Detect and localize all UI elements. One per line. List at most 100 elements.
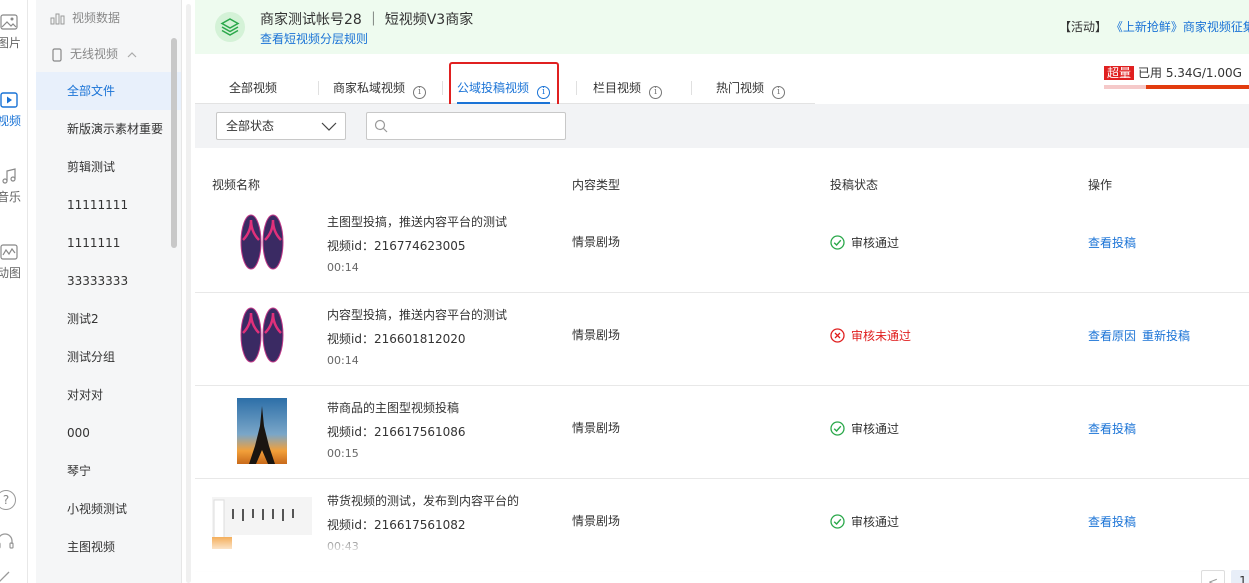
help-icon[interactable]: ? bbox=[0, 490, 16, 510]
sidebar-folder-item[interactable]: 全部文件 bbox=[36, 72, 181, 110]
account-banner: 商家测试帐号28 ｜ 短视频V3商家 查看短视频分层规则 【活动】 《上新抢鲜》… bbox=[195, 0, 1249, 54]
edit-icon[interactable] bbox=[0, 568, 14, 583]
over-quota-badge: 超量 bbox=[1104, 66, 1135, 80]
close-circle-icon bbox=[830, 328, 845, 343]
content-type: 情景剧场 bbox=[572, 235, 621, 249]
tab-divider bbox=[442, 81, 443, 95]
row-action-link[interactable]: 查看投稿 bbox=[1088, 422, 1136, 436]
video-thumbnail[interactable] bbox=[237, 398, 287, 464]
phone-icon bbox=[52, 47, 62, 62]
table-row: 带商品的主图型视频投稿 视频id：216617561086 00:15 情景剧场 审核通… bbox=[195, 386, 1249, 479]
rail-item-music[interactable]: 音乐 bbox=[0, 168, 27, 205]
sidebar-folder-item[interactable]: 小视频测试 bbox=[36, 490, 181, 528]
tab-divider bbox=[318, 81, 319, 95]
folder-sidebar: 视频数据 无线视频 全部文件 新版演示素材重要 剪辑测试 11111111 111111… bbox=[36, 0, 182, 583]
tab-private-videos[interactable]: 商家私域视频 i bbox=[333, 72, 427, 104]
pager-prev-button[interactable]: < bbox=[1201, 570, 1225, 583]
sidebar-folder-item[interactable]: 琴宁 bbox=[36, 452, 181, 490]
tab-hot-videos[interactable]: 热门视频 i bbox=[716, 72, 786, 104]
page-scrollbar-track[interactable] bbox=[186, 4, 191, 583]
bar-chart-icon bbox=[50, 13, 65, 25]
storage-usage: 超量 已用 5.34G/1.00G bbox=[1104, 64, 1242, 81]
video-title: 带货视频的测试，发布到内容平台的 bbox=[327, 494, 520, 508]
row-actions: 查看原因 重新投稿 bbox=[1088, 327, 1190, 344]
tab-divider bbox=[691, 81, 692, 95]
video-title: 内容型投搞，推送内容平台的测试 bbox=[327, 308, 508, 322]
sidebar-folder-item[interactable]: 测试分组 bbox=[36, 338, 181, 376]
rail-item-label: 视频 bbox=[0, 114, 21, 128]
image-icon bbox=[0, 14, 18, 30]
video-thumbnail[interactable] bbox=[237, 305, 287, 371]
tab-all-videos[interactable]: 全部视频 bbox=[229, 72, 277, 104]
video-thumbnail[interactable] bbox=[237, 212, 287, 278]
submission-status: 审核通过 bbox=[830, 234, 899, 251]
sidebar-folder-item[interactable]: 新版演示素材重要 bbox=[36, 110, 181, 148]
activity-notice[interactable]: 【活动】 《上新抢鲜》商家视频征集 bbox=[1059, 18, 1249, 35]
rail-item-label: 动图 bbox=[0, 266, 21, 280]
status-text: 审核通过 bbox=[851, 422, 900, 436]
row-action-link[interactable]: 查看投稿 bbox=[1088, 515, 1136, 529]
sidebar-folder-item[interactable]: 测试2 bbox=[36, 300, 181, 338]
layer-rules-link[interactable]: 查看短视频分层规则 bbox=[260, 30, 368, 47]
tab-column-videos[interactable]: 栏目视频 i bbox=[593, 72, 663, 104]
sidebar-folder-item[interactable]: 33333333 bbox=[36, 262, 181, 300]
row-action-link[interactable]: 查看投稿 bbox=[1088, 236, 1136, 250]
column-header-name: 视频名称 bbox=[212, 178, 261, 192]
video-id: 视频id：216774623005 bbox=[327, 239, 466, 253]
pager-current-page[interactable]: 1 bbox=[1231, 570, 1249, 583]
column-header-type: 内容类型 bbox=[572, 178, 621, 192]
sidebar-folder-item[interactable]: 剪辑测试 bbox=[36, 148, 181, 186]
row-actions: 查看投稿 bbox=[1088, 513, 1136, 530]
storage-text: 已用 5.34G/1.00G bbox=[1138, 66, 1242, 80]
video-id: 视频id：216601812020 bbox=[327, 332, 466, 346]
rail-item-gif[interactable]: 动图 bbox=[0, 244, 27, 281]
submission-status: 审核通过 bbox=[830, 420, 899, 437]
tab-divider bbox=[576, 81, 577, 95]
wireless-video-group[interactable]: 无线视频 bbox=[36, 36, 181, 72]
status-text: 审核通过 bbox=[851, 515, 900, 529]
sidebar-scrollbar[interactable] bbox=[171, 38, 177, 248]
gif-icon bbox=[0, 244, 18, 260]
video-id: 视频id：216617561086 bbox=[327, 425, 466, 439]
account-title: 商家测试帐号28 ｜ 短视频V3商家 bbox=[260, 12, 474, 28]
sidebar-folder-item[interactable]: 对对对 bbox=[36, 376, 181, 414]
headset-icon[interactable] bbox=[0, 532, 14, 552]
chevron-up-icon bbox=[127, 52, 137, 58]
filter-bar: 全部状态 bbox=[195, 104, 1249, 148]
search-input[interactable] bbox=[393, 116, 558, 136]
video-title: 主图型投搞，推送内容平台的测试 bbox=[327, 215, 508, 229]
video-icon bbox=[0, 92, 18, 108]
check-circle-icon bbox=[830, 514, 845, 529]
row-actions: 查看投稿 bbox=[1088, 234, 1136, 251]
chevron-down-icon bbox=[321, 122, 337, 131]
rail-item-video[interactable]: 视频 bbox=[0, 92, 27, 129]
sidebar-folder-item[interactable]: 主图视频 bbox=[36, 528, 181, 566]
check-circle-icon bbox=[830, 235, 845, 250]
video-duration: 00:15 bbox=[327, 447, 359, 460]
row-action-link[interactable]: 查看原因 bbox=[1088, 329, 1136, 343]
sidebar-folder-item[interactable]: 1111111 bbox=[36, 224, 181, 262]
tab-label: 栏目视频 bbox=[593, 81, 642, 95]
info-icon[interactable]: i bbox=[649, 86, 663, 99]
group-label: 无线视频 bbox=[70, 47, 119, 61]
activity-link[interactable]: 《上新抢鲜》商家视频征集 bbox=[1111, 20, 1249, 34]
tab-label: 商家私域视频 bbox=[333, 81, 406, 95]
video-duration: 00:14 bbox=[327, 261, 359, 274]
sidebar-folder-item[interactable]: 11111111 bbox=[36, 186, 181, 224]
video-data-label: 视频数据 bbox=[72, 11, 121, 25]
info-icon[interactable]: i bbox=[413, 86, 427, 99]
main-panel: 商家测试帐号28 ｜ 短视频V3商家 查看短视频分层规则 【活动】 《上新抢鲜》… bbox=[195, 0, 1249, 583]
content-type: 情景剧场 bbox=[572, 421, 621, 435]
storage-bar bbox=[1104, 85, 1249, 89]
video-data-link[interactable]: 视频数据 bbox=[36, 0, 181, 36]
video-id: 视频id：216617561082 bbox=[327, 518, 466, 532]
app-rail: 图片 视频 音乐 动图 ? bbox=[0, 0, 28, 583]
column-header-actions: 操作 bbox=[1088, 178, 1113, 192]
search-box[interactable] bbox=[366, 112, 566, 140]
status-select[interactable]: 全部状态 bbox=[216, 112, 346, 140]
row-action-link[interactable]: 重新投稿 bbox=[1142, 329, 1190, 343]
rail-item-image[interactable]: 图片 bbox=[0, 14, 27, 51]
submission-status: 审核未通过 bbox=[830, 327, 911, 344]
sidebar-folder-item[interactable]: 000 bbox=[36, 414, 181, 452]
info-icon[interactable]: i bbox=[772, 86, 786, 99]
